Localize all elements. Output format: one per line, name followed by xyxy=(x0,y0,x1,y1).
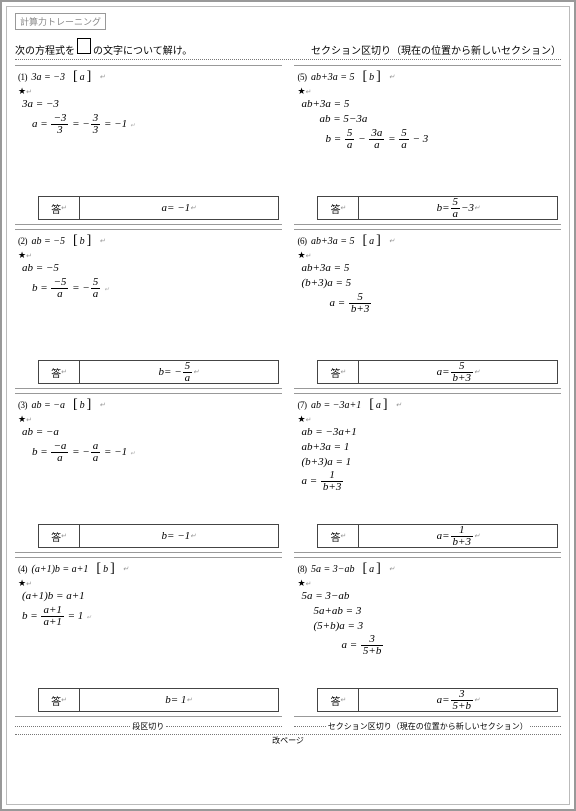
problem-card: (8) 5a = 3−ab [a]↵ ★↵ 5a = 3−ab 5a+ab = … xyxy=(294,557,561,717)
q-equation: 3a = −3 xyxy=(32,72,66,83)
page: 計算力トレーニング 次の方程式を の文字について解け。 セクション区切り（現在の… xyxy=(6,6,570,805)
column-break-marker: 段区切り xyxy=(15,721,282,732)
blank-bracket xyxy=(77,38,91,54)
doc-tag: 計算力トレーニング xyxy=(15,13,106,30)
column-divider xyxy=(288,63,289,732)
page-break-marker: 改ページ xyxy=(15,734,561,746)
column-right: (5) ab+3a = 5 [b]↵ ★↵ ab+3a = 5 ab = 5−3… xyxy=(294,63,561,732)
column-left: (1) 3a = −3 [a] ↵ ★↵ 3a = −3 a = −33 = −3… xyxy=(15,63,282,732)
dotted-rule xyxy=(15,59,561,61)
working: 3a = −3 a = −33 = −33 = −1↵ xyxy=(18,98,279,136)
instruction-post: の文字について解け。 xyxy=(93,42,192,57)
problem-card: (5) ab+3a = 5 [b]↵ ★↵ ab+3a = 5 ab = 5−3… xyxy=(294,65,561,225)
instruction-pre: 次の方程式を xyxy=(15,42,75,57)
section-break-marker: セクション区切り（現在の位置から新しいセクション） xyxy=(294,721,561,732)
question-row: (1) 3a = −3 [a] ↵ xyxy=(18,68,279,86)
answer-row: 答↵ a = −1↵ xyxy=(18,196,279,220)
return-icon: ↵ xyxy=(99,73,105,81)
problem-card: (3) ab = −a [b]↵ ★↵ ab = −a b = −aa = −a… xyxy=(15,393,282,553)
problem-card: (6) ab+3a = 5 [a]↵ ★↵ ab+3a = 5 (b+3)a =… xyxy=(294,229,561,389)
q-number: (1) xyxy=(18,72,27,82)
solve-for: [a] xyxy=(73,69,91,85)
answer-value: a = −1↵ xyxy=(80,196,279,220)
problem-card: (7) ab = −3a+1 [a]↵ ★↵ ab = −3a+1 ab+3a … xyxy=(294,393,561,553)
instruction-row: 次の方程式を の文字について解け。 セクション区切り（現在の位置から新しいセクシ… xyxy=(15,38,561,57)
window-frame: 計算力トレーニング 次の方程式を の文字について解け。 セクション区切り（現在の… xyxy=(0,0,576,811)
star-mark: ★↵ xyxy=(18,86,279,97)
columns: (1) 3a = −3 [a] ↵ ★↵ 3a = −3 a = −33 = −3… xyxy=(15,63,561,732)
section-header: セクション区切り（現在の位置から新しいセクション） xyxy=(311,42,561,57)
problem-card: (1) 3a = −3 [a] ↵ ★↵ 3a = −3 a = −33 = −3… xyxy=(15,65,282,225)
problem-card: (2) ab = −5 [b]↵ ★↵ ab = −5 b = −5a = −5… xyxy=(15,229,282,389)
answer-label: 答↵ xyxy=(38,196,80,220)
problem-card: (4) (a+1)b = a+1 [b]↵ ★↵ (a+1)b = a+1 b … xyxy=(15,557,282,717)
